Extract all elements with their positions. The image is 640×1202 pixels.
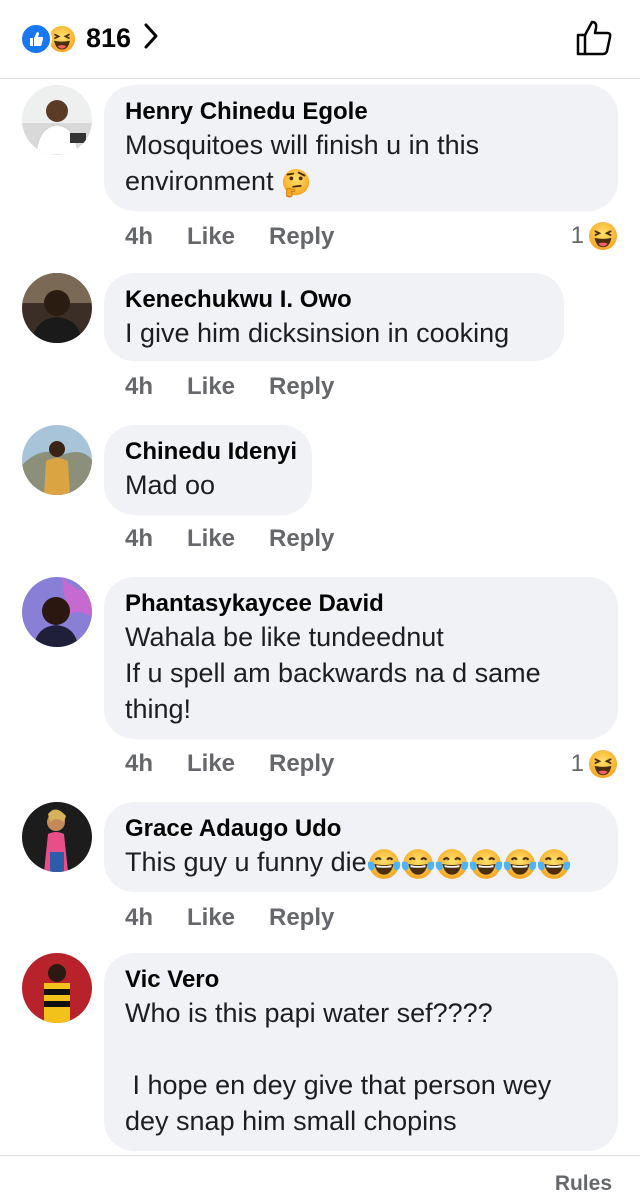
like-link[interactable]: Like: [187, 223, 269, 251]
comment-bubble: Henry Chinedu Egole Mosquitoes will fini…: [104, 85, 618, 211]
comment-author[interactable]: Phantasykaycee David: [125, 589, 596, 619]
comment-bubble: Vic Vero Who is this papi water sef???? …: [104, 953, 618, 1151]
avatar[interactable]: [22, 577, 92, 647]
comment-author[interactable]: Henry Chinedu Egole: [125, 97, 596, 127]
comment-actions: 4h Like Reply: [125, 750, 334, 778]
haha-icon: [588, 749, 618, 779]
tears-of-joy-icon: [367, 847, 401, 881]
comment-actions: 4h Like Reply: [125, 373, 334, 401]
comment-reaction-count[interactable]: 1: [571, 749, 618, 779]
comment-time: 4h: [125, 904, 154, 931]
reaction-count: 816: [86, 23, 132, 53]
thumbs-up-outline-icon[interactable]: [574, 18, 614, 58]
thinking-face-icon: [281, 168, 311, 198]
reply-link[interactable]: Reply: [269, 373, 334, 401]
comment-bubble: Phantasykaycee David Wahala be like tund…: [104, 577, 618, 739]
avatar[interactable]: [22, 953, 92, 1023]
comment-bubble: Grace Adaugo Udo This guy u funny die: [104, 802, 618, 892]
tears-of-joy-icon: [401, 847, 435, 881]
comment-text: Mad oo: [125, 470, 216, 500]
haha-icon: [588, 221, 618, 251]
comment-author[interactable]: Grace Adaugo Udo: [125, 814, 596, 844]
reaction-number: 1: [570, 750, 584, 777]
comment-author[interactable]: Chinedu Idenyi: [125, 437, 297, 467]
reply-link[interactable]: Reply: [269, 223, 334, 251]
comment-time: 4h: [125, 750, 154, 777]
tears-of-joy-icon: [469, 847, 503, 881]
comment-time: 4h: [125, 223, 154, 250]
comment-actions: 4h Like Reply: [125, 223, 334, 251]
tears-of-joy-icon: [537, 847, 571, 881]
comment-text: Wahala be like tundeednut If u spell am …: [125, 622, 541, 724]
reply-link[interactable]: Reply: [269, 525, 334, 553]
comment-text: Who is this papi water sef???? I hope en…: [125, 998, 552, 1136]
comment-time: 4h: [125, 525, 154, 552]
rules-link[interactable]: Rules: [555, 1172, 612, 1196]
like-link[interactable]: Like: [187, 750, 269, 778]
reactions-header: 816: [0, 0, 640, 79]
comment-actions: 4h Like Reply: [125, 904, 334, 932]
comment-author[interactable]: Kenechukwu I. Owo: [125, 285, 542, 315]
avatar[interactable]: [22, 273, 92, 343]
avatar[interactable]: [22, 425, 92, 495]
tears-of-joy-icon: [503, 847, 537, 881]
comment-text-content: This guy u funny die: [125, 847, 367, 877]
comment-actions: 4h Like Reply: [125, 525, 334, 553]
comment-text: I give him dicksinsion in cooking: [125, 318, 510, 348]
like-badge-icon: [20, 22, 52, 55]
reply-link[interactable]: Reply: [269, 904, 334, 932]
comment-author[interactable]: Vic Vero: [125, 965, 596, 995]
comment-reaction-count[interactable]: 1: [571, 221, 618, 251]
comment-bubble: Chinedu Idenyi Mad oo: [104, 425, 312, 515]
reply-link[interactable]: Reply: [269, 750, 334, 778]
avatar[interactable]: [22, 85, 92, 155]
comment-time: 4h: [125, 373, 154, 400]
like-link[interactable]: Like: [187, 373, 269, 401]
chevron-right-icon[interactable]: [143, 22, 159, 55]
comment-text: This guy u funny die: [125, 844, 596, 881]
tears-of-joy-icon: [435, 847, 469, 881]
reaction-number: 1: [570, 222, 584, 249]
comments-footer: Rules: [0, 1155, 640, 1202]
comment-text: Mosquitoes will finish u in this environ…: [125, 127, 596, 199]
comment-bubble: Kenechukwu I. Owo I give him dicksinsion…: [104, 273, 564, 361]
reaction-summary[interactable]: 816: [20, 22, 159, 55]
avatar[interactable]: [22, 802, 92, 872]
like-link[interactable]: Like: [187, 904, 269, 932]
like-link[interactable]: Like: [187, 525, 269, 553]
